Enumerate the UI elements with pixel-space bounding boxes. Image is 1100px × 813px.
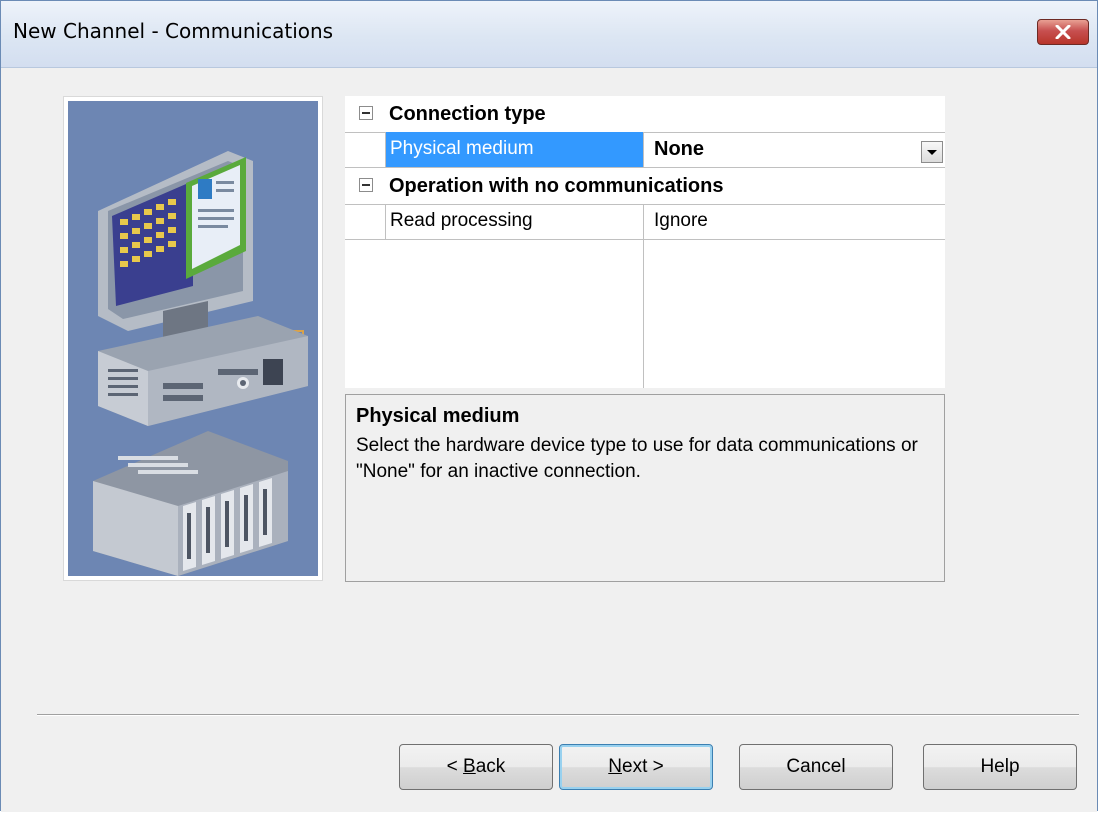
back-button-label: ack [475, 756, 506, 777]
cancel-button[interactable]: Cancel [739, 744, 893, 790]
property-row-read-processing[interactable]: Read processing Ignore [345, 204, 945, 240]
dialog-content: Connection type Physical medium None Ope… [1, 68, 1097, 812]
category-connection-type: Connection type [345, 96, 945, 132]
property-value: Ignore [654, 210, 708, 231]
property-name: Read processing [390, 210, 533, 231]
cancel-button-label: Cancel [786, 756, 846, 777]
chevron-down-icon[interactable] [921, 141, 943, 163]
description-panel: Physical medium Select the hardware devi… [345, 394, 945, 582]
property-value-cell[interactable]: None [643, 132, 945, 167]
description-text: Select the hardware device type to use f… [356, 435, 918, 482]
wizard-illustration [63, 96, 323, 581]
back-button-prefix: < [446, 756, 464, 777]
category-operation-no-comms: Operation with no communications [345, 168, 945, 204]
collapse-icon[interactable] [359, 106, 373, 120]
button-separator [37, 714, 1079, 716]
next-button-mnemonic: N [608, 756, 622, 777]
collapse-icon[interactable] [359, 178, 373, 192]
column-divider [643, 240, 644, 388]
computer-plc-illustration [68, 101, 318, 576]
property-name: Physical medium [390, 138, 534, 159]
property-name-cell[interactable]: Physical medium [385, 132, 643, 167]
title-bar: New Channel - Communications [1, 1, 1097, 68]
help-button[interactable]: Help [923, 744, 1077, 790]
property-grid: Connection type Physical medium None Ope… [345, 96, 945, 388]
property-row-physical-medium[interactable]: Physical medium None [345, 132, 945, 168]
back-button-mnemonic: B [463, 756, 476, 777]
close-button[interactable] [1037, 19, 1089, 45]
help-button-label: Help [980, 756, 1020, 777]
dialog-window: New Channel - Communications Connection … [0, 0, 1098, 812]
next-button-label: ext > [622, 756, 664, 777]
category-label: Connection type [389, 103, 546, 125]
category-label: Operation with no communications [389, 175, 724, 197]
property-value-cell[interactable]: Ignore [643, 204, 945, 239]
close-icon [1055, 25, 1071, 39]
description-title: Physical medium [356, 405, 520, 427]
back-button[interactable]: < Back [399, 744, 553, 790]
property-name-cell[interactable]: Read processing [385, 204, 643, 239]
next-button[interactable]: Next > [559, 744, 713, 790]
property-value: None [654, 138, 704, 160]
window-title: New Channel - Communications [13, 19, 334, 43]
